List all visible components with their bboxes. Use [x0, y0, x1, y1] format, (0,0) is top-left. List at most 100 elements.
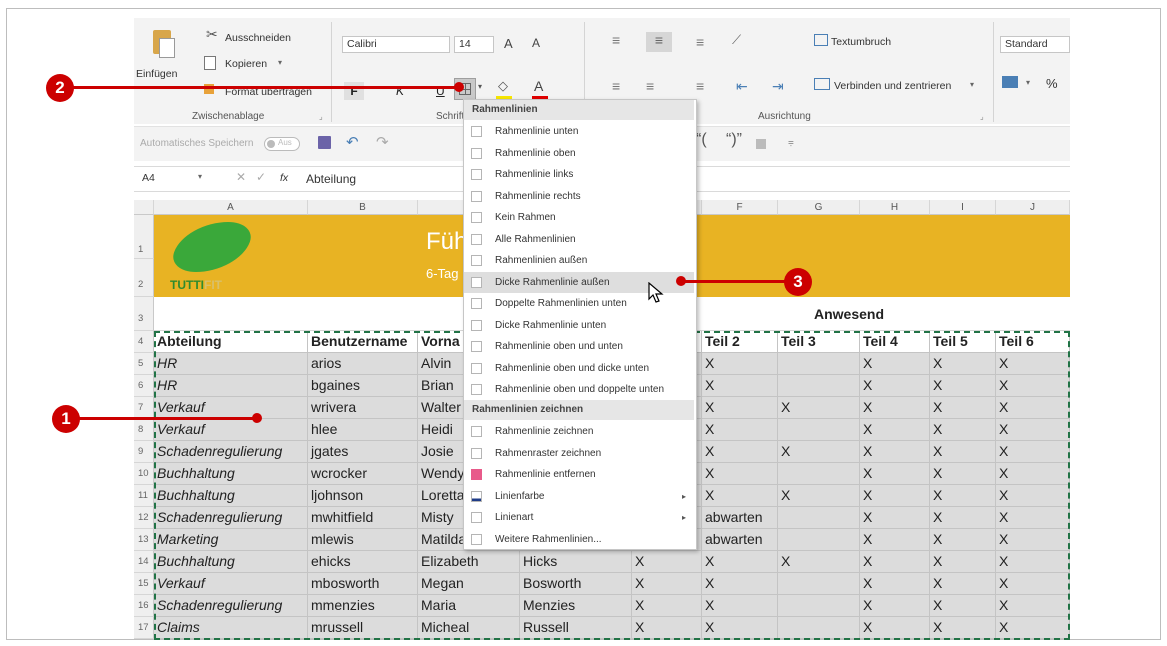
table-cell[interactable]: X	[702, 463, 778, 485]
table-cell[interactable]: X	[930, 375, 996, 397]
table-cell[interactable]: X	[702, 419, 778, 441]
table-cell[interactable]: X	[996, 441, 1070, 463]
table-cell[interactable]: X	[860, 595, 930, 617]
table-cell[interactable]	[778, 507, 860, 529]
accounting-format-icon[interactable]	[1002, 76, 1018, 88]
table-cell[interactable]: X	[930, 441, 996, 463]
table-cell[interactable]: jgates	[308, 441, 418, 463]
table-cell[interactable]	[778, 419, 860, 441]
table-cell[interactable]: Megan	[418, 573, 520, 595]
font-size-select[interactable]: 14	[454, 36, 494, 53]
table-cell[interactable]: abwarten	[702, 507, 778, 529]
cancel-icon[interactable]: ✕	[236, 170, 246, 184]
menu-item[interactable]: Rahmenlinie oben	[464, 143, 694, 164]
table-cell[interactable]: wcrocker	[308, 463, 418, 485]
table-cell[interactable]: X	[996, 485, 1070, 507]
paste-button[interactable]: Einfügen	[136, 68, 177, 80]
table-cell[interactable]: X	[996, 397, 1070, 419]
name-box[interactable]: A4	[142, 172, 155, 184]
menu-item[interactable]: Rahmenlinie entfernen	[464, 464, 694, 485]
table-cell[interactable]: Hicks	[520, 551, 632, 573]
table-cell[interactable]: X	[930, 507, 996, 529]
borders-dropdown-icon[interactable]: ▾	[478, 82, 482, 91]
table-cell[interactable]: abwarten	[702, 529, 778, 551]
table-cell[interactable]: X	[778, 441, 860, 463]
table-cell[interactable]: X	[702, 441, 778, 463]
header-cell-teil2[interactable]: Teil 2	[702, 331, 778, 353]
align-middle-icon[interactable]: ≡	[646, 32, 672, 52]
copy-button[interactable]: Kopieren	[225, 58, 267, 70]
table-cell[interactable]: X	[632, 617, 702, 639]
row-header[interactable]: 17	[134, 617, 154, 639]
table-cell[interactable]: X	[702, 573, 778, 595]
menu-item[interactable]: Rahmenlinien außen	[464, 250, 694, 271]
grow-font-button[interactable]: A	[504, 36, 513, 51]
menu-item[interactable]: Rahmenlinie links	[464, 164, 694, 185]
table-cell[interactable]: X	[930, 353, 996, 375]
dialog-launcher-icon[interactable]: ⌟	[319, 112, 323, 121]
menu-item[interactable]: Rahmenlinie oben und dicke unten	[464, 358, 694, 379]
table-cell[interactable]: X	[860, 463, 930, 485]
percent-button[interactable]: %	[1046, 76, 1058, 91]
name-box-dropdown-icon[interactable]: ▾	[198, 172, 202, 181]
table-cell[interactable]: X	[632, 573, 702, 595]
square-icon[interactable]	[756, 139, 766, 149]
bold-button[interactable]: F	[344, 82, 364, 100]
menu-item[interactable]: Alle Rahmenlinien	[464, 229, 694, 250]
column-header-f[interactable]: F	[702, 200, 778, 215]
table-cell[interactable]: X	[930, 485, 996, 507]
table-cell[interactable]: X	[860, 529, 930, 551]
row-header[interactable]: 11	[134, 485, 154, 507]
table-cell[interactable]: Buchhaltung	[154, 485, 308, 507]
table-cell[interactable]	[778, 573, 860, 595]
table-cell[interactable]: X	[860, 419, 930, 441]
row-header[interactable]: 15	[134, 573, 154, 595]
quick-style-icon[interactable]: “)”	[726, 131, 742, 149]
table-cell[interactable]: bgaines	[308, 375, 418, 397]
table-cell[interactable]: Verkauf	[154, 419, 308, 441]
table-cell[interactable]: X	[996, 617, 1070, 639]
menu-item[interactable]: Rahmenlinie oben und doppelte unten	[464, 379, 694, 400]
column-header-i[interactable]: I	[930, 200, 996, 215]
table-cell[interactable]: X	[860, 573, 930, 595]
table-cell[interactable]: X	[860, 551, 930, 573]
merge-dropdown-icon[interactable]: ▾	[970, 80, 974, 89]
insert-function-button[interactable]: fx	[280, 172, 288, 184]
row-header[interactable]: 13	[134, 529, 154, 551]
table-cell[interactable]: X	[996, 595, 1070, 617]
fill-color-icon[interactable]: ◇	[498, 78, 508, 94]
menu-item[interactable]: Weitere Rahmenlinien...	[464, 529, 694, 550]
header-cell-teil4[interactable]: Teil 4	[860, 331, 930, 353]
table-cell[interactable]: Marketing	[154, 529, 308, 551]
row-header[interactable]: 12	[134, 507, 154, 529]
table-cell[interactable]: Micheal	[418, 617, 520, 639]
table-cell[interactable]: mbosworth	[308, 573, 418, 595]
table-cell[interactable]: X	[996, 353, 1070, 375]
header-cell-benutzername[interactable]: Benutzername	[308, 331, 418, 353]
table-cell[interactable]: X	[702, 397, 778, 419]
table-cell[interactable]: X	[930, 397, 996, 419]
table-cell[interactable]	[778, 375, 860, 397]
table-cell[interactable]: X	[996, 419, 1070, 441]
redo-icon[interactable]: ↷	[376, 133, 389, 151]
table-cell[interactable]: X	[930, 595, 996, 617]
table-cell[interactable]: Buchhaltung	[154, 551, 308, 573]
table-cell[interactable]: Schadenregulierung	[154, 595, 308, 617]
table-cell[interactable]	[778, 353, 860, 375]
decrease-indent-icon[interactable]: ⇤	[736, 78, 748, 95]
table-cell[interactable]	[778, 529, 860, 551]
align-top-icon[interactable]: ≡	[612, 32, 620, 48]
header-cell-abteilung[interactable]: Abteilung	[154, 331, 308, 353]
table-cell[interactable]: X	[632, 595, 702, 617]
row-header[interactable]: 7	[134, 397, 154, 419]
column-header-a[interactable]: A	[154, 200, 308, 215]
row-header[interactable]: 10	[134, 463, 154, 485]
row-header[interactable]: 9	[134, 441, 154, 463]
row-header[interactable]: 3	[134, 297, 154, 331]
table-cell[interactable]: X	[930, 573, 996, 595]
table-cell[interactable]: X	[930, 617, 996, 639]
menu-item[interactable]: Rahmenlinie unten	[464, 121, 694, 142]
table-cell[interactable]: HR	[154, 375, 308, 397]
table-cell[interactable]	[778, 463, 860, 485]
menu-item[interactable]: Kein Rahmen	[464, 207, 694, 228]
